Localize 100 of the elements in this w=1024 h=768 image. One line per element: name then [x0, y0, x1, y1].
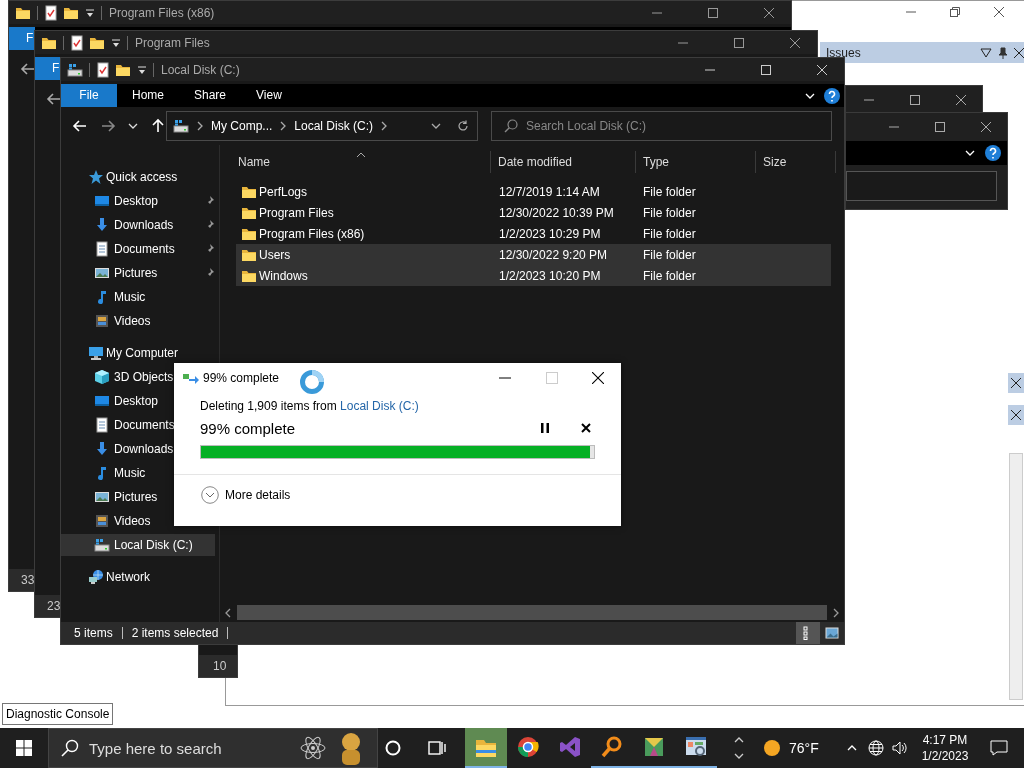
recent-icon[interactable]: [128, 121, 138, 131]
restore-icon[interactable]: [950, 7, 960, 17]
back-icon[interactable]: [72, 118, 88, 134]
close-icon[interactable]: [790, 37, 800, 48]
scroll-up-icon[interactable]: [734, 735, 744, 745]
drive-icon[interactable]: [67, 61, 83, 78]
file-row[interactable]: Users 12/30/2022 9:20 PM File folder: [236, 244, 831, 265]
help-icon[interactable]: [985, 145, 1001, 161]
tab-fragment[interactable]: [1008, 405, 1024, 425]
close-icon[interactable]: [956, 95, 966, 105]
scrollbar[interactable]: [1009, 453, 1023, 700]
close-icon[interactable]: [1011, 410, 1021, 420]
nav-item[interactable]: Music: [61, 286, 195, 308]
close-icon[interactable]: [764, 7, 774, 18]
nav-item[interactable]: Videos: [61, 310, 195, 332]
nav-item[interactable]: Desktop: [61, 190, 195, 212]
nav-item[interactable]: Downloads: [61, 214, 195, 236]
properties-icon[interactable]: [71, 34, 83, 51]
maximize-icon[interactable]: [935, 122, 945, 132]
close-icon[interactable]: [592, 371, 604, 384]
ribbon-tab[interactable]: F: [35, 57, 61, 80]
transfer-icon: [183, 371, 199, 384]
globe-icon: [868, 740, 884, 756]
date-cell-text: 12/30/2022 9:20 PM: [498, 247, 609, 262]
pin-icon[interactable]: [998, 46, 1008, 59]
clock[interactable]: 4:17 PM 1/2/2023: [912, 728, 978, 768]
details-view-button[interactable]: [796, 622, 820, 644]
window-title: Program Files (x86): [109, 5, 215, 20]
film-icon: [94, 513, 110, 529]
chevron-up-icon[interactable]: [847, 743, 857, 753]
search-input[interactable]: Type here to search: [89, 739, 289, 757]
back-icon[interactable]: [20, 61, 36, 77]
dropdown-icon[interactable]: [137, 64, 147, 75]
properties-icon[interactable]: [45, 4, 57, 21]
up-icon[interactable]: [150, 118, 166, 134]
dropdown-icon[interactable]: [980, 47, 992, 58]
nav-item[interactable]: Quick access: [61, 166, 215, 188]
maximize-icon[interactable]: [708, 7, 718, 18]
back-icon[interactable]: [46, 91, 62, 107]
breadcrumb[interactable]: My Comp...: [211, 119, 273, 133]
file-row[interactable]: Program Files (x86) 1/2/2023 10:29 PM File folder: [236, 223, 831, 244]
nav-item[interactable]: Documents: [61, 238, 195, 260]
close-icon[interactable]: [1014, 47, 1024, 58]
sun-icon[interactable]: [763, 739, 781, 757]
search-icon: [504, 119, 518, 133]
status-message: Deleting 1,909 items from Local Disk (C:): [200, 399, 420, 413]
search-field[interactable]: Search Local Disk (C:): [491, 111, 832, 141]
nav-item[interactable]: Local Disk (C:): [61, 534, 215, 556]
scroll-down-icon[interactable]: [734, 751, 744, 761]
file-row[interactable]: Program Files 12/30/2022 10:39 PM File folder: [236, 202, 831, 223]
progress-text: 99% complete: [200, 419, 297, 437]
close-icon[interactable]: [1011, 378, 1021, 388]
scrollbar-thumb[interactable]: [237, 605, 827, 620]
chevron-icon[interactable]: [195, 121, 205, 131]
date-cell-text: 12/30/2022 10:39 PM: [498, 205, 615, 220]
ribbon-tab[interactable]: Share: [179, 84, 242, 107]
nav-item[interactable]: My Computer: [61, 342, 215, 364]
dropdown-icon[interactable]: [85, 7, 95, 18]
nav-item[interactable]: Network: [61, 566, 215, 588]
expand-circle-icon[interactable]: [201, 486, 219, 504]
scroll-right-icon[interactable]: [831, 607, 841, 618]
close-icon[interactable]: [981, 122, 991, 132]
temperature[interactable]: 76°F: [789, 740, 819, 756]
column-header[interactable]: Name: [231, 151, 491, 173]
column-header[interactable]: Type: [636, 151, 756, 173]
tab-fragment[interactable]: [1008, 373, 1024, 393]
address-bar[interactable]: My Comp... Local Disk (C:): [166, 111, 478, 141]
dropdown-icon[interactable]: [111, 37, 121, 48]
search-field[interactable]: Type here to search: [48, 728, 378, 768]
status-text: 33: [21, 573, 35, 587]
task-view-icon: [427, 740, 446, 756]
maximize-icon[interactable]: [734, 37, 744, 48]
scroll-left-icon[interactable]: [223, 607, 233, 618]
ribbon-tab[interactable]: View: [241, 84, 297, 107]
source-link[interactable]: Local Disk (C:): [340, 399, 419, 413]
properties-icon[interactable]: [97, 61, 109, 78]
column-header[interactable]: Size: [756, 151, 836, 173]
close-icon[interactable]: [994, 7, 1004, 17]
maximize-icon[interactable]: [910, 95, 920, 105]
file-row[interactable]: PerfLogs 12/7/2019 1:14 AM File folder: [236, 181, 831, 202]
maximize-icon[interactable]: [761, 64, 771, 75]
dropdown-icon[interactable]: [431, 121, 441, 131]
cancel-icon[interactable]: [581, 423, 591, 433]
file-row[interactable]: Windows 1/2/2023 10:20 PM File folder: [236, 265, 831, 286]
pause-icon[interactable]: [541, 423, 549, 433]
forward-icon[interactable]: [100, 118, 116, 134]
breadcrumb[interactable]: Local Disk (C:): [294, 119, 374, 133]
nav-item[interactable]: Pictures: [61, 262, 195, 284]
film-icon: [94, 313, 110, 329]
column-header[interactable]: Date modified: [491, 151, 636, 173]
expand-icon[interactable]: [965, 148, 975, 158]
search-input[interactable]: Search Local Disk (C:): [526, 119, 806, 133]
ribbon-tab[interactable]: Home: [117, 84, 179, 107]
sort-caret-icon: [355, 152, 366, 158]
download-icon: [94, 217, 110, 233]
ribbon-tab[interactable]: File: [61, 84, 117, 107]
help-icon[interactable]: [824, 87, 840, 104]
more-details-link[interactable]: More details: [225, 488, 291, 502]
ribbon-tab[interactable]: F: [9, 27, 35, 50]
refresh-icon[interactable]: [457, 120, 469, 132]
